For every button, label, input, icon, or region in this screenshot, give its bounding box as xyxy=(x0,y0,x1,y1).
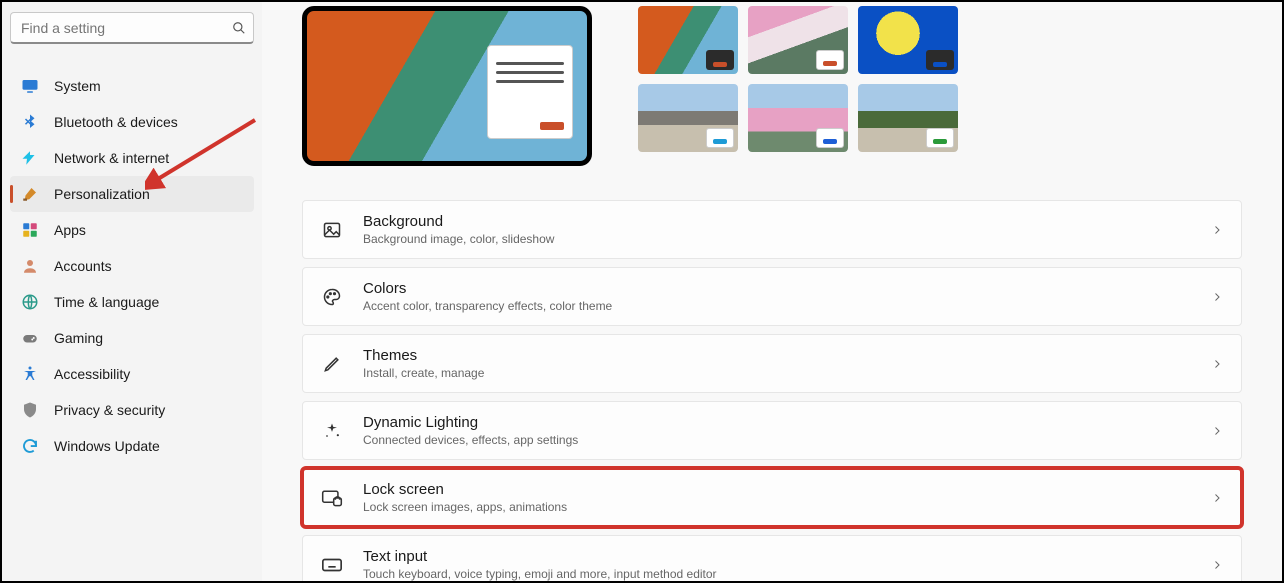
theme-thumb-4[interactable] xyxy=(748,84,848,152)
settings-sidebar: System Bluetooth & devices Network & inter… xyxy=(2,2,262,581)
sidebar-item-system[interactable]: System xyxy=(10,68,254,104)
card-text: Background Background image, color, slide… xyxy=(363,213,1191,246)
sidebar-item-label: Privacy & security xyxy=(54,402,165,418)
palette-icon xyxy=(321,286,343,308)
sidebar-item-label: Accounts xyxy=(54,258,112,274)
card-background[interactable]: Background Background image, color, slide… xyxy=(302,200,1242,259)
image-icon xyxy=(321,219,343,241)
monitor-icon xyxy=(20,76,40,96)
card-text: Themes Install, create, manage xyxy=(363,347,1191,380)
card-text: Colors Accent color, transparency effects… xyxy=(363,280,1191,313)
wifi-icon xyxy=(20,148,40,168)
chevron-right-icon xyxy=(1211,224,1223,236)
search-container xyxy=(10,12,254,44)
chevron-right-icon xyxy=(1211,291,1223,303)
sidebar-item-label: Accessibility xyxy=(54,366,130,382)
card-text: Text input Touch keyboard, voice typing, … xyxy=(363,548,1191,581)
card-title: Dynamic Lighting xyxy=(363,414,1191,431)
sidebar-item-label: Time & language xyxy=(54,294,159,310)
settings-cards: Background Background image, color, slide… xyxy=(302,200,1242,581)
theme-thumb-1[interactable] xyxy=(748,6,848,74)
theme-thumb-0[interactable] xyxy=(638,6,738,74)
card-title: Text input xyxy=(363,548,1191,565)
sidebar-item-label: Bluetooth & devices xyxy=(54,114,178,130)
card-text: Lock screen Lock screen images, apps, ani… xyxy=(363,481,1191,514)
card-colors[interactable]: Colors Accent color, transparency effects… xyxy=(302,267,1242,326)
card-themes[interactable]: Themes Install, create, manage xyxy=(302,334,1242,393)
card-title: Colors xyxy=(363,280,1191,297)
sidebar-item-accessibility[interactable]: Accessibility xyxy=(10,356,254,392)
card-subtitle: Accent color, transparency effects, colo… xyxy=(363,299,1191,313)
update-icon xyxy=(20,436,40,456)
chevron-right-icon xyxy=(1211,425,1223,437)
lock-screen-icon xyxy=(321,487,343,509)
sparkle-icon xyxy=(321,420,343,442)
bluetooth-icon xyxy=(20,112,40,132)
card-title: Themes xyxy=(363,347,1191,364)
sidebar-item-privacy-security[interactable]: Privacy & security xyxy=(10,392,254,428)
sidebar-item-time-language[interactable]: Time & language xyxy=(10,284,254,320)
card-subtitle: Connected devices, effects, app settings xyxy=(363,433,1191,447)
theme-thumb-5[interactable] xyxy=(858,84,958,152)
sidebar-item-label: Windows Update xyxy=(54,438,160,454)
sidebar-item-label: Gaming xyxy=(54,330,103,346)
sidebar-item-bluetooth-devices[interactable]: Bluetooth & devices xyxy=(10,104,254,140)
theme-preview-row xyxy=(302,6,1242,166)
shield-icon xyxy=(20,400,40,420)
theme-thumb-3[interactable] xyxy=(638,84,738,152)
card-subtitle: Touch keyboard, voice typing, emoji and … xyxy=(363,567,1191,581)
sidebar-item-label: Apps xyxy=(54,222,86,238)
globe-icon xyxy=(20,292,40,312)
accessibility-icon xyxy=(20,364,40,384)
sidebar-item-label: System xyxy=(54,78,101,94)
chevron-right-icon xyxy=(1211,559,1223,571)
sidebar-item-personalization[interactable]: Personalization xyxy=(10,176,254,212)
card-lock-screen[interactable]: Lock screen Lock screen images, apps, ani… xyxy=(302,468,1242,527)
search-icon xyxy=(232,21,246,35)
keyboard-icon xyxy=(321,554,343,576)
card-dynamic-lighting[interactable]: Dynamic Lighting Connected devices, effec… xyxy=(302,401,1242,460)
sidebar-item-gaming[interactable]: Gaming xyxy=(10,320,254,356)
brush-icon xyxy=(20,184,40,204)
theme-grid xyxy=(638,6,958,152)
search-input[interactable] xyxy=(10,12,254,44)
card-text-input[interactable]: Text input Touch keyboard, voice typing, … xyxy=(302,535,1242,581)
sidebar-item-apps[interactable]: Apps xyxy=(10,212,254,248)
card-title: Background xyxy=(363,213,1191,230)
personalization-page: Background Background image, color, slide… xyxy=(262,2,1282,581)
card-subtitle: Lock screen images, apps, animations xyxy=(363,500,1191,514)
sidebar-item-accounts[interactable]: Accounts xyxy=(10,248,254,284)
sidebar-nav: System Bluetooth & devices Network & inter… xyxy=(10,68,254,464)
theme-thumb-2[interactable] xyxy=(858,6,958,74)
sidebar-item-label: Network & internet xyxy=(54,150,169,166)
gamepad-icon xyxy=(20,328,40,348)
sidebar-item-label: Personalization xyxy=(54,186,150,202)
chevron-right-icon xyxy=(1211,492,1223,504)
card-subtitle: Background image, color, slideshow xyxy=(363,232,1191,246)
person-icon xyxy=(20,256,40,276)
sidebar-item-windows-update[interactable]: Windows Update xyxy=(10,428,254,464)
apps-icon xyxy=(20,220,40,240)
card-text: Dynamic Lighting Connected devices, effec… xyxy=(363,414,1191,447)
card-subtitle: Install, create, manage xyxy=(363,366,1191,380)
chevron-right-icon xyxy=(1211,358,1223,370)
desktop-preview[interactable] xyxy=(302,6,592,166)
card-title: Lock screen xyxy=(363,481,1191,498)
pen-icon xyxy=(321,353,343,375)
sidebar-item-network-internet[interactable]: Network & internet xyxy=(10,140,254,176)
